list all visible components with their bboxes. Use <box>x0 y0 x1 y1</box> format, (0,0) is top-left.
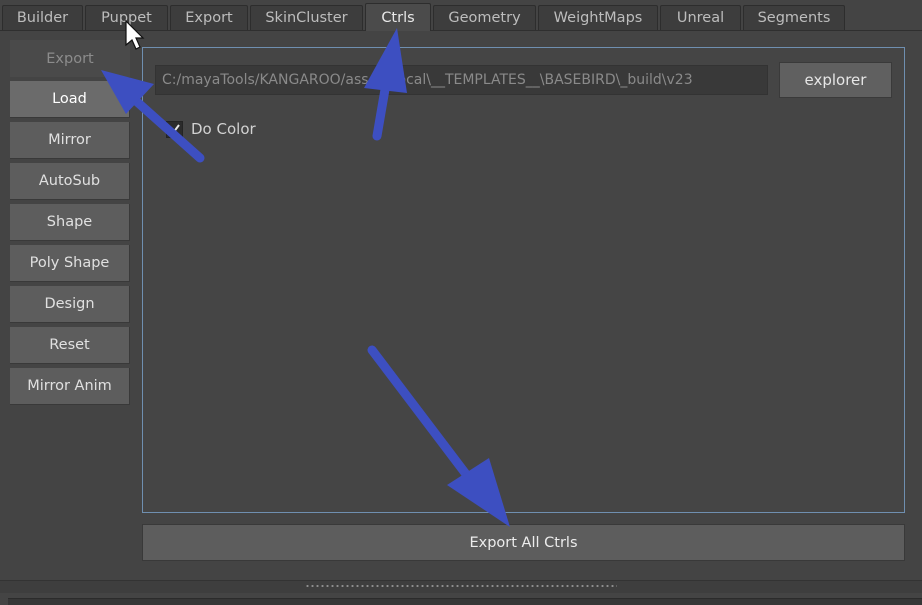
tab-puppet[interactable]: Puppet <box>85 5 168 30</box>
tab-geometry[interactable]: Geometry <box>433 5 536 30</box>
tab-builder[interactable]: Builder <box>2 5 83 30</box>
tab-weightmaps[interactable]: WeightMaps <box>538 5 658 30</box>
sidebar-item-poly-shape[interactable]: Poly Shape <box>10 245 130 282</box>
ctrls-export-panel <box>142 47 905 513</box>
tab-segments[interactable]: Segments <box>743 5 845 30</box>
tab-export[interactable]: Export <box>170 5 248 30</box>
sidebar-item-shape[interactable]: Shape <box>10 204 130 241</box>
explorer-button[interactable]: explorer <box>779 62 892 98</box>
tab-bar: Builder Puppet Export SkinCluster Ctrls … <box>0 0 922 31</box>
do-color-label: Do Color <box>191 120 256 138</box>
splitter-grip <box>305 585 617 587</box>
splitter-handle[interactable] <box>0 580 922 593</box>
checkmark-icon <box>169 124 180 135</box>
do-color-checkbox[interactable] <box>166 121 183 138</box>
export-all-ctrls-button[interactable]: Export All Ctrls <box>142 524 905 561</box>
sidebar-item-export: Export <box>10 40 130 77</box>
sidebar-item-mirror[interactable]: Mirror <box>10 122 130 159</box>
sidebar-item-autosub[interactable]: AutoSub <box>10 163 130 200</box>
sidebar-item-load[interactable]: Load <box>10 81 130 118</box>
tab-skincluster[interactable]: SkinCluster <box>250 5 363 30</box>
sidebar-item-reset[interactable]: Reset <box>10 327 130 364</box>
sidebar-item-design[interactable]: Design <box>10 286 130 323</box>
tab-ctrls[interactable]: Ctrls <box>365 3 431 31</box>
sidebar-item-mirror-anim[interactable]: Mirror Anim <box>10 368 130 405</box>
tab-unreal[interactable]: Unreal <box>660 5 741 30</box>
export-path-field[interactable]: C:/mayaTools/KANGAROO/assetsLocal\__TEMP… <box>155 65 768 95</box>
